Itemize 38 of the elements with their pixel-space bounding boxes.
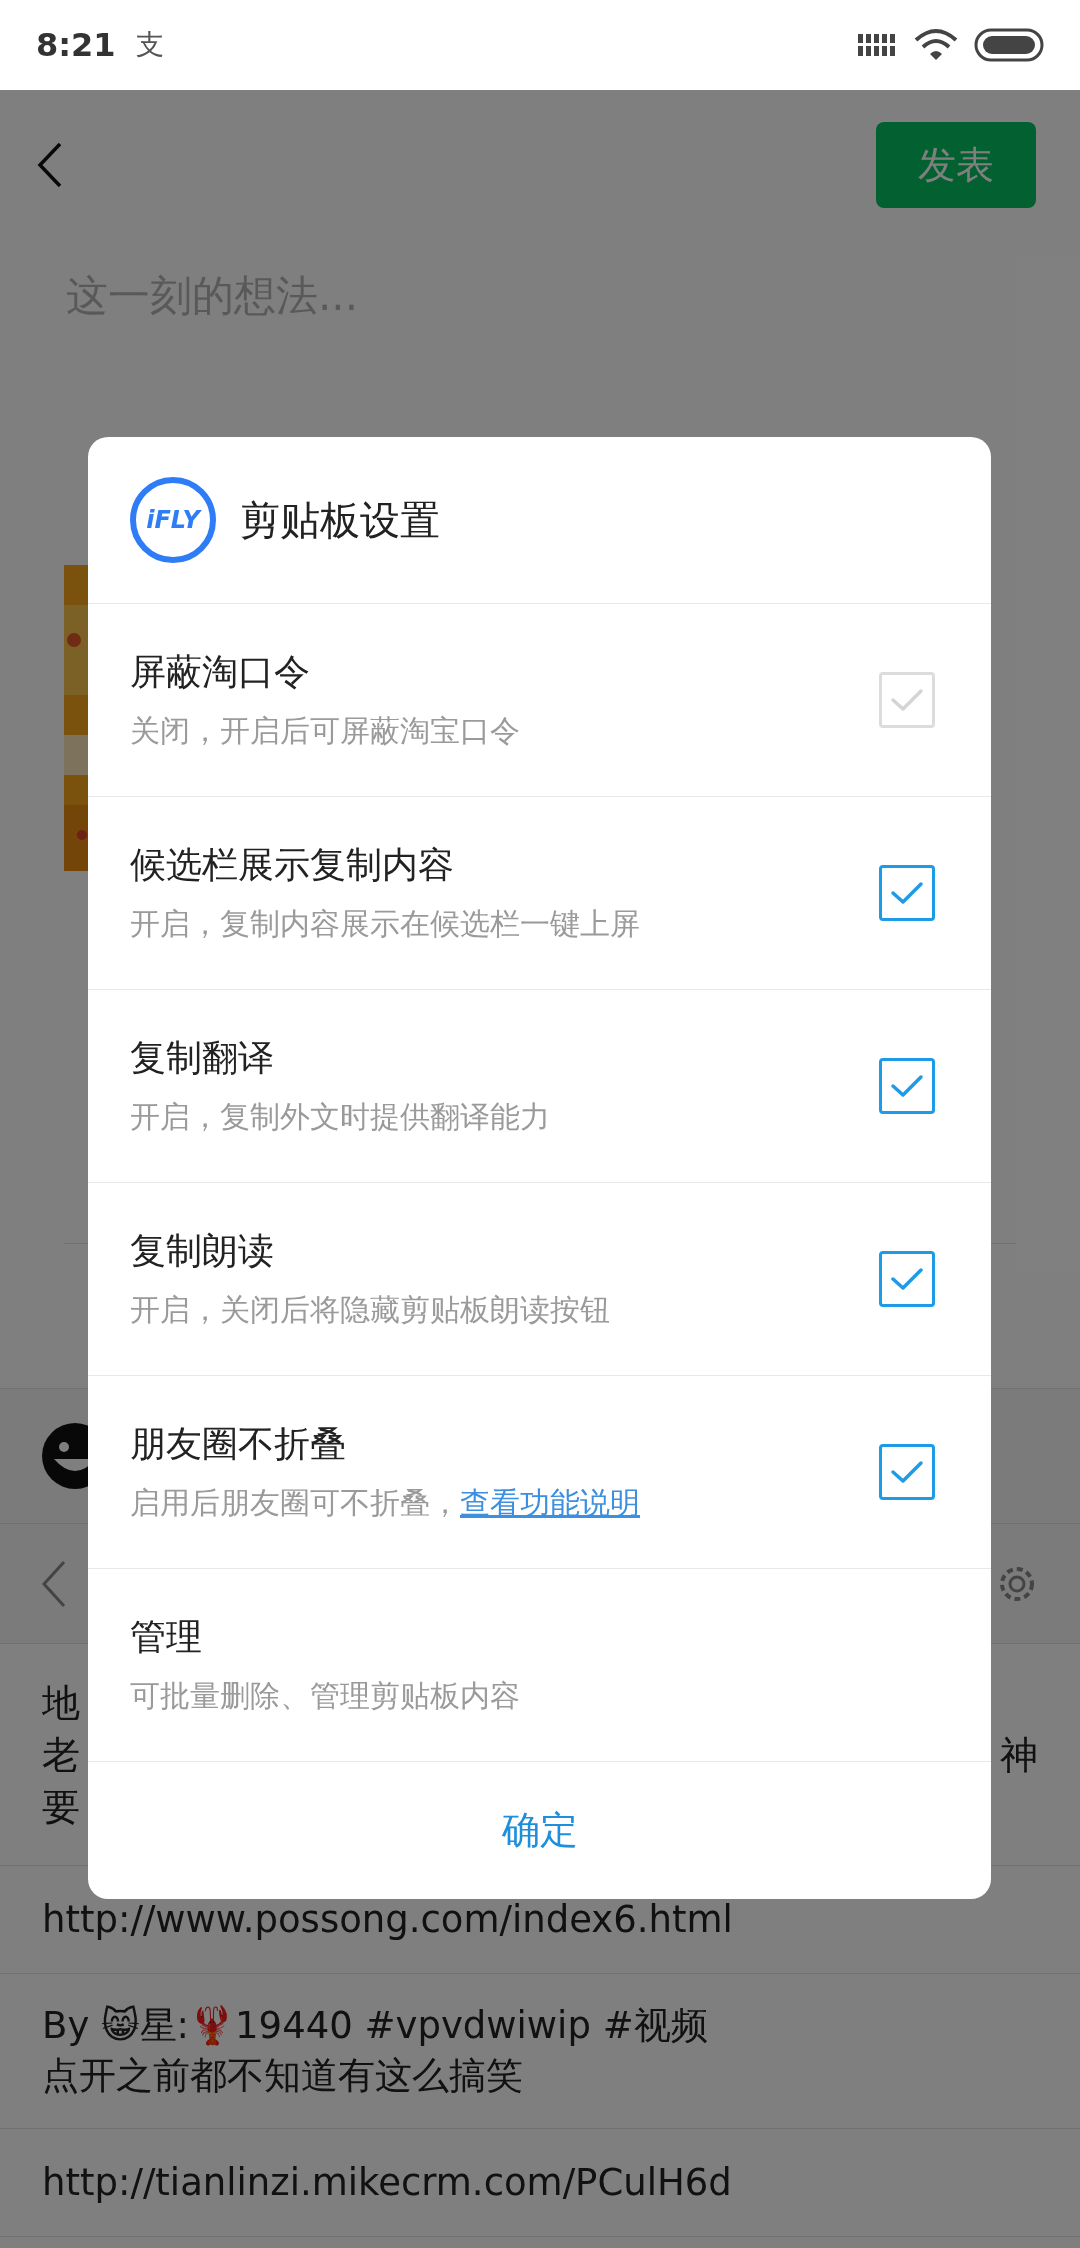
checkbox[interactable]	[879, 1058, 935, 1114]
option-title: 朋友圈不折叠	[130, 1422, 347, 1466]
notification-icon: 支	[135, 24, 164, 66]
option-description: 可批量删除、管理剪贴板内容	[130, 1677, 520, 1715]
check-icon	[890, 1266, 924, 1292]
check-icon	[890, 1073, 924, 1099]
checkbox[interactable]	[879, 1444, 935, 1500]
check-icon	[890, 1459, 924, 1485]
battery-icon	[974, 28, 1044, 62]
checkbox[interactable]	[879, 1251, 935, 1307]
option-title: 复制翻译	[130, 1036, 275, 1080]
option-description: 开启，复制内容展示在候选栏一键上屏	[130, 905, 640, 943]
checkbox[interactable]	[879, 865, 935, 921]
clip-text[interactable]: By 😸星:🦞19440 #vpvdwiwip #视频	[42, 2001, 1038, 2051]
clip-text: 地	[42, 1679, 80, 1727]
back-icon[interactable]	[36, 141, 64, 189]
clip-text[interactable]: 点开之前都不知道有这么搞笑	[42, 2051, 1038, 2101]
app-logo: iFLY	[130, 477, 216, 563]
clip-text[interactable]: http://tianlinzi.mikecrm.com/PCulH6d	[42, 2157, 732, 2208]
option-description: 关闭，开启后可屏蔽淘宝口令	[130, 712, 520, 750]
check-icon	[890, 687, 924, 713]
wifi-icon	[914, 28, 958, 62]
option-title: 候选栏展示复制内容	[130, 843, 455, 887]
clip-text: 老	[42, 1731, 80, 1779]
clip-text: 神	[1000, 1731, 1038, 1779]
back-icon[interactable]	[40, 1558, 68, 1609]
confirm-button[interactable]: 确定	[88, 1761, 991, 1899]
feature-info-link[interactable]: 查看功能说明	[460, 1482, 640, 1524]
check-icon	[890, 880, 924, 906]
clip-text: 要	[42, 1783, 80, 1831]
dialog-title: 剪贴板设置	[240, 496, 440, 545]
option-description: 开启，关闭后将隐藏剪贴板朗读按钮	[130, 1291, 610, 1329]
option-description: 启用后朋友圈可不折叠，	[130, 1484, 460, 1522]
option-title: 管理	[130, 1615, 203, 1659]
option-description: 开启，复制外文时提供翻译能力	[130, 1098, 550, 1136]
option-title: 复制朗读	[130, 1229, 275, 1273]
clock: 8:21	[36, 25, 116, 66]
option-title: 屏蔽淘口令	[130, 650, 311, 694]
